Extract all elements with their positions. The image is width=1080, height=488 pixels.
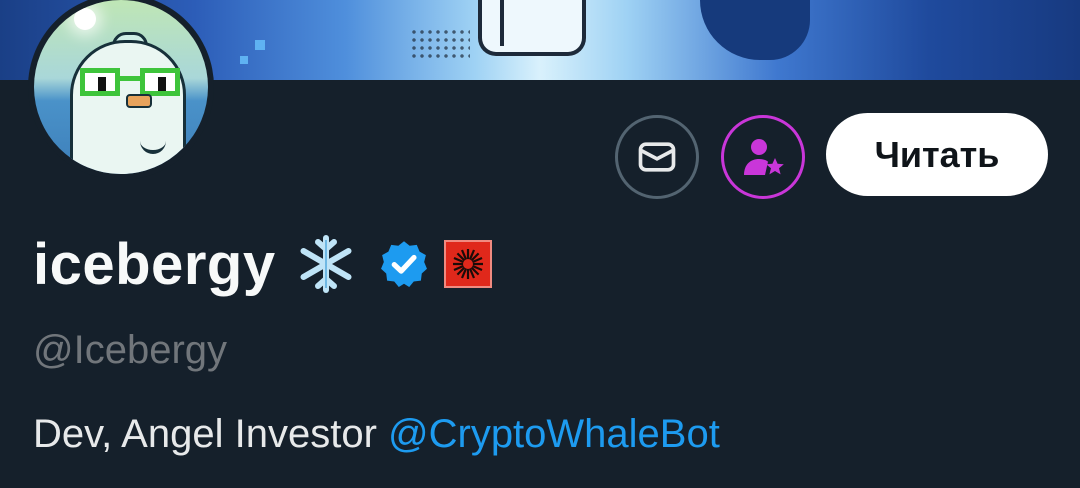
starburst-logo-icon bbox=[452, 249, 483, 279]
name-row: icebergy bbox=[33, 226, 492, 302]
snowflake-emoji-icon bbox=[300, 235, 352, 293]
message-button[interactable] bbox=[615, 115, 699, 199]
avatar-glasses-bridge bbox=[120, 76, 140, 81]
avatar-lens-right bbox=[140, 68, 180, 96]
affiliate-badge-icon[interactable] bbox=[443, 240, 492, 288]
profile-handle: @Icebergy bbox=[33, 328, 228, 372]
bio-text: Dev, Angel Investor bbox=[33, 412, 388, 456]
banner-dots bbox=[410, 28, 470, 58]
profile-bio: Dev, Angel Investor @CryptoWhaleBot bbox=[33, 412, 720, 457]
envelope-icon bbox=[638, 142, 676, 172]
follow-button[interactable]: Читать bbox=[826, 113, 1048, 196]
avatar-lens-left bbox=[80, 68, 120, 96]
avatar-beak bbox=[126, 94, 152, 108]
avatar-sun bbox=[74, 8, 96, 30]
display-name: icebergy bbox=[33, 231, 276, 297]
verified-badge-icon bbox=[380, 241, 427, 287]
banner-pixel bbox=[240, 56, 248, 64]
banner-shape bbox=[700, 0, 810, 60]
banner-penguin bbox=[478, 0, 586, 56]
avatar-image bbox=[34, 0, 208, 174]
person-star-icon bbox=[744, 139, 784, 175]
subscribe-button[interactable] bbox=[721, 115, 805, 199]
bio-mention-link[interactable]: @CryptoWhaleBot bbox=[388, 412, 720, 456]
banner-pixel bbox=[255, 40, 265, 50]
avatar[interactable] bbox=[28, 0, 214, 180]
